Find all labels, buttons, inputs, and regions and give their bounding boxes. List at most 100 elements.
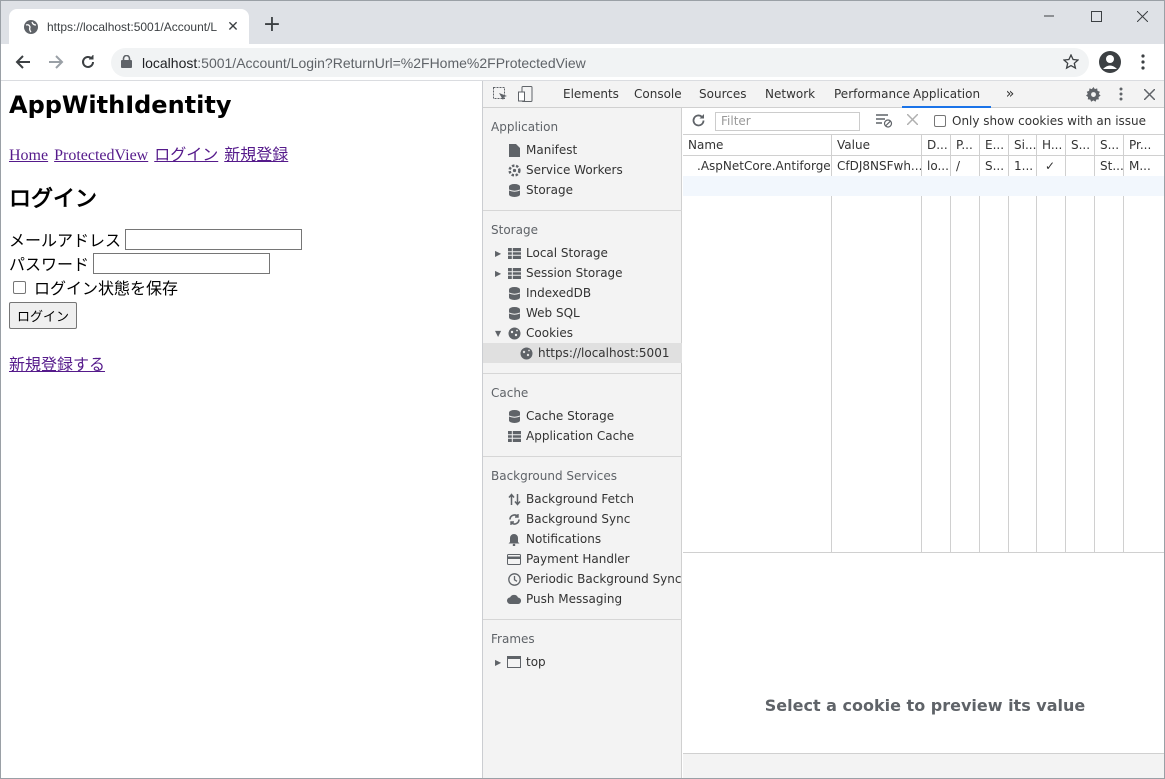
sidebar-item-cookies[interactable]: ▼ Cookies bbox=[495, 323, 573, 343]
delete-cookie-icon[interactable] bbox=[906, 113, 919, 128]
cookie-path-cell: / bbox=[956, 159, 961, 173]
column-header-httponly[interactable]: H... bbox=[1037, 135, 1066, 156]
tab-console[interactable]: Console bbox=[634, 81, 682, 108]
browser-toolbar: localhost:5001/Account/Login?ReturnUrl=%… bbox=[1, 44, 1164, 81]
cookie-value-cell: CfDJ8NSFwh... bbox=[837, 159, 921, 173]
browser-menu-icon[interactable] bbox=[1129, 48, 1157, 76]
close-window-button[interactable] bbox=[1119, 1, 1164, 31]
sidebar-item-storage[interactable]: Storage bbox=[507, 180, 573, 200]
caret-right-icon[interactable]: ▶ bbox=[495, 269, 505, 278]
only-issues-checkbox[interactable] bbox=[934, 115, 946, 127]
device-toolbar-icon[interactable] bbox=[516, 85, 534, 103]
column-header-domain[interactable]: D... bbox=[922, 135, 951, 156]
caret-down-icon[interactable]: ▼ bbox=[495, 329, 505, 338]
bookmark-star-icon[interactable] bbox=[1057, 48, 1085, 76]
maximize-button[interactable] bbox=[1073, 1, 1119, 31]
sidebar-item-indexeddb[interactable]: IndexedDB bbox=[507, 283, 591, 303]
refresh-icon[interactable] bbox=[691, 113, 706, 131]
sidebar-item-frame-top[interactable]: ▶ top bbox=[495, 652, 546, 672]
nav-home-link[interactable]: Home bbox=[9, 147, 48, 164]
reload-button[interactable] bbox=[74, 48, 102, 76]
nav-register-link[interactable]: 新規登録 bbox=[224, 147, 288, 164]
cookies-panel: Filter Only show cookies with an issue N… bbox=[683, 108, 1164, 778]
caret-right-icon[interactable]: ▶ bbox=[495, 658, 505, 667]
devtools-menu-icon[interactable] bbox=[1112, 85, 1130, 103]
sidebar-item-cache-storage[interactable]: Cache Storage bbox=[507, 406, 614, 426]
sidebar-item-background-sync[interactable]: Background Sync bbox=[507, 509, 630, 529]
column-header-priority[interactable]: Pr... bbox=[1124, 135, 1164, 156]
tab-elements[interactable]: Elements bbox=[563, 81, 619, 108]
section-cache-title: Cache bbox=[491, 386, 529, 400]
remember-checkbox[interactable] bbox=[13, 280, 26, 294]
sidebar-item-payment-handler[interactable]: Payment Handler bbox=[507, 549, 630, 569]
sidebar-item-web-sql[interactable]: Web SQL bbox=[507, 303, 580, 323]
login-button[interactable]: ログイン bbox=[9, 302, 78, 329]
divider bbox=[483, 619, 682, 620]
lock-icon[interactable] bbox=[121, 54, 132, 71]
more-tabs-icon[interactable]: » bbox=[1001, 85, 1019, 103]
cookies-toolbar: Filter Only show cookies with an issue bbox=[683, 108, 1164, 135]
grid-icon bbox=[507, 429, 521, 443]
email-field[interactable] bbox=[125, 228, 303, 250]
cookie-icon bbox=[507, 326, 521, 340]
sidebar-item-cookie-origin[interactable]: https://localhost:5001 bbox=[483, 343, 682, 363]
new-tab-button[interactable]: + bbox=[259, 13, 285, 39]
column-header-expires[interactable]: E... bbox=[980, 135, 1009, 156]
column-header-samesite[interactable]: S... bbox=[1095, 135, 1124, 156]
cookie-samesite-cell: St... bbox=[1100, 159, 1123, 173]
browser-tab[interactable]: https://localhost:5001/Account/L ✕ bbox=[9, 9, 249, 44]
only-issues-label: Only show cookies with an issue bbox=[952, 114, 1147, 128]
sidebar-item-service-workers[interactable]: Service Workers bbox=[507, 160, 623, 180]
filter-input[interactable]: Filter bbox=[715, 112, 860, 131]
column-divider bbox=[979, 156, 980, 552]
settings-gear-icon[interactable] bbox=[1084, 85, 1102, 103]
divider bbox=[483, 456, 682, 457]
nav-protectedview-link[interactable]: ProtectedView bbox=[54, 147, 148, 164]
column-header-name[interactable]: Name bbox=[683, 135, 832, 156]
column-header-path[interactable]: P... bbox=[951, 135, 980, 156]
nav-login-link[interactable]: ログイン bbox=[154, 147, 218, 164]
register-link[interactable]: 新規登録する bbox=[9, 351, 474, 375]
browser-window: https://localhost:5001/Account/L ✕ + loc… bbox=[0, 0, 1165, 779]
password-field[interactable] bbox=[93, 252, 271, 274]
sidebar-item-manifest[interactable]: Manifest bbox=[507, 140, 577, 160]
sidebar-item-local-storage[interactable]: ▶ Local Storage bbox=[495, 243, 608, 263]
forward-button[interactable] bbox=[42, 48, 70, 76]
cookie-httponly-cell: ✓ bbox=[1045, 159, 1056, 173]
column-divider bbox=[1094, 156, 1095, 552]
divider bbox=[483, 373, 682, 374]
tab-strip: https://localhost:5001/Account/L ✕ + bbox=[1, 1, 1164, 44]
sidebar-item-periodic-background-sync[interactable]: Periodic Background Sync bbox=[507, 569, 682, 589]
tab-network[interactable]: Network bbox=[765, 81, 815, 108]
tab-performance[interactable]: Performance bbox=[834, 81, 910, 108]
inspect-element-icon[interactable] bbox=[491, 85, 509, 103]
column-divider bbox=[1123, 156, 1124, 552]
bell-icon bbox=[507, 532, 521, 546]
column-divider bbox=[831, 156, 832, 552]
column-header-secure[interactable]: S... bbox=[1066, 135, 1095, 156]
database-icon bbox=[507, 183, 521, 197]
cookie-domain-cell: lo... bbox=[927, 159, 949, 173]
sidebar-item-application-cache[interactable]: Application Cache bbox=[507, 426, 634, 446]
password-label: パスワード bbox=[9, 255, 90, 274]
back-button[interactable] bbox=[9, 48, 37, 76]
sidebar-item-background-fetch[interactable]: Background Fetch bbox=[507, 489, 634, 509]
sidebar-item-session-storage[interactable]: ▶ Session Storage bbox=[495, 263, 623, 283]
address-bar[interactable]: localhost:5001/Account/Login?ReturnUrl=%… bbox=[111, 48, 1089, 77]
column-divider bbox=[1036, 156, 1037, 552]
tab-sources[interactable]: Sources bbox=[699, 81, 746, 108]
minimize-button[interactable] bbox=[1026, 1, 1072, 31]
sidebar-item-notifications[interactable]: Notifications bbox=[507, 529, 601, 549]
devtools-status-bar bbox=[683, 753, 1164, 778]
devtools-tabbar: Elements Console Sources Network Perform… bbox=[483, 81, 1164, 108]
clear-filtered-cookies-icon[interactable] bbox=[876, 113, 893, 131]
application-sidebar: Application Manifest Service Workers Sto… bbox=[483, 108, 682, 778]
column-header-value[interactable]: Value bbox=[832, 135, 922, 156]
close-devtools-icon[interactable] bbox=[1140, 85, 1158, 103]
column-header-size[interactable]: Si... bbox=[1009, 135, 1037, 156]
profile-avatar-icon[interactable] bbox=[1096, 48, 1124, 76]
tab-application[interactable]: Application bbox=[902, 81, 992, 108]
sidebar-item-push-messaging[interactable]: Push Messaging bbox=[507, 589, 622, 609]
caret-right-icon[interactable]: ▶ bbox=[495, 249, 505, 258]
close-tab-icon[interactable]: ✕ bbox=[225, 19, 241, 35]
